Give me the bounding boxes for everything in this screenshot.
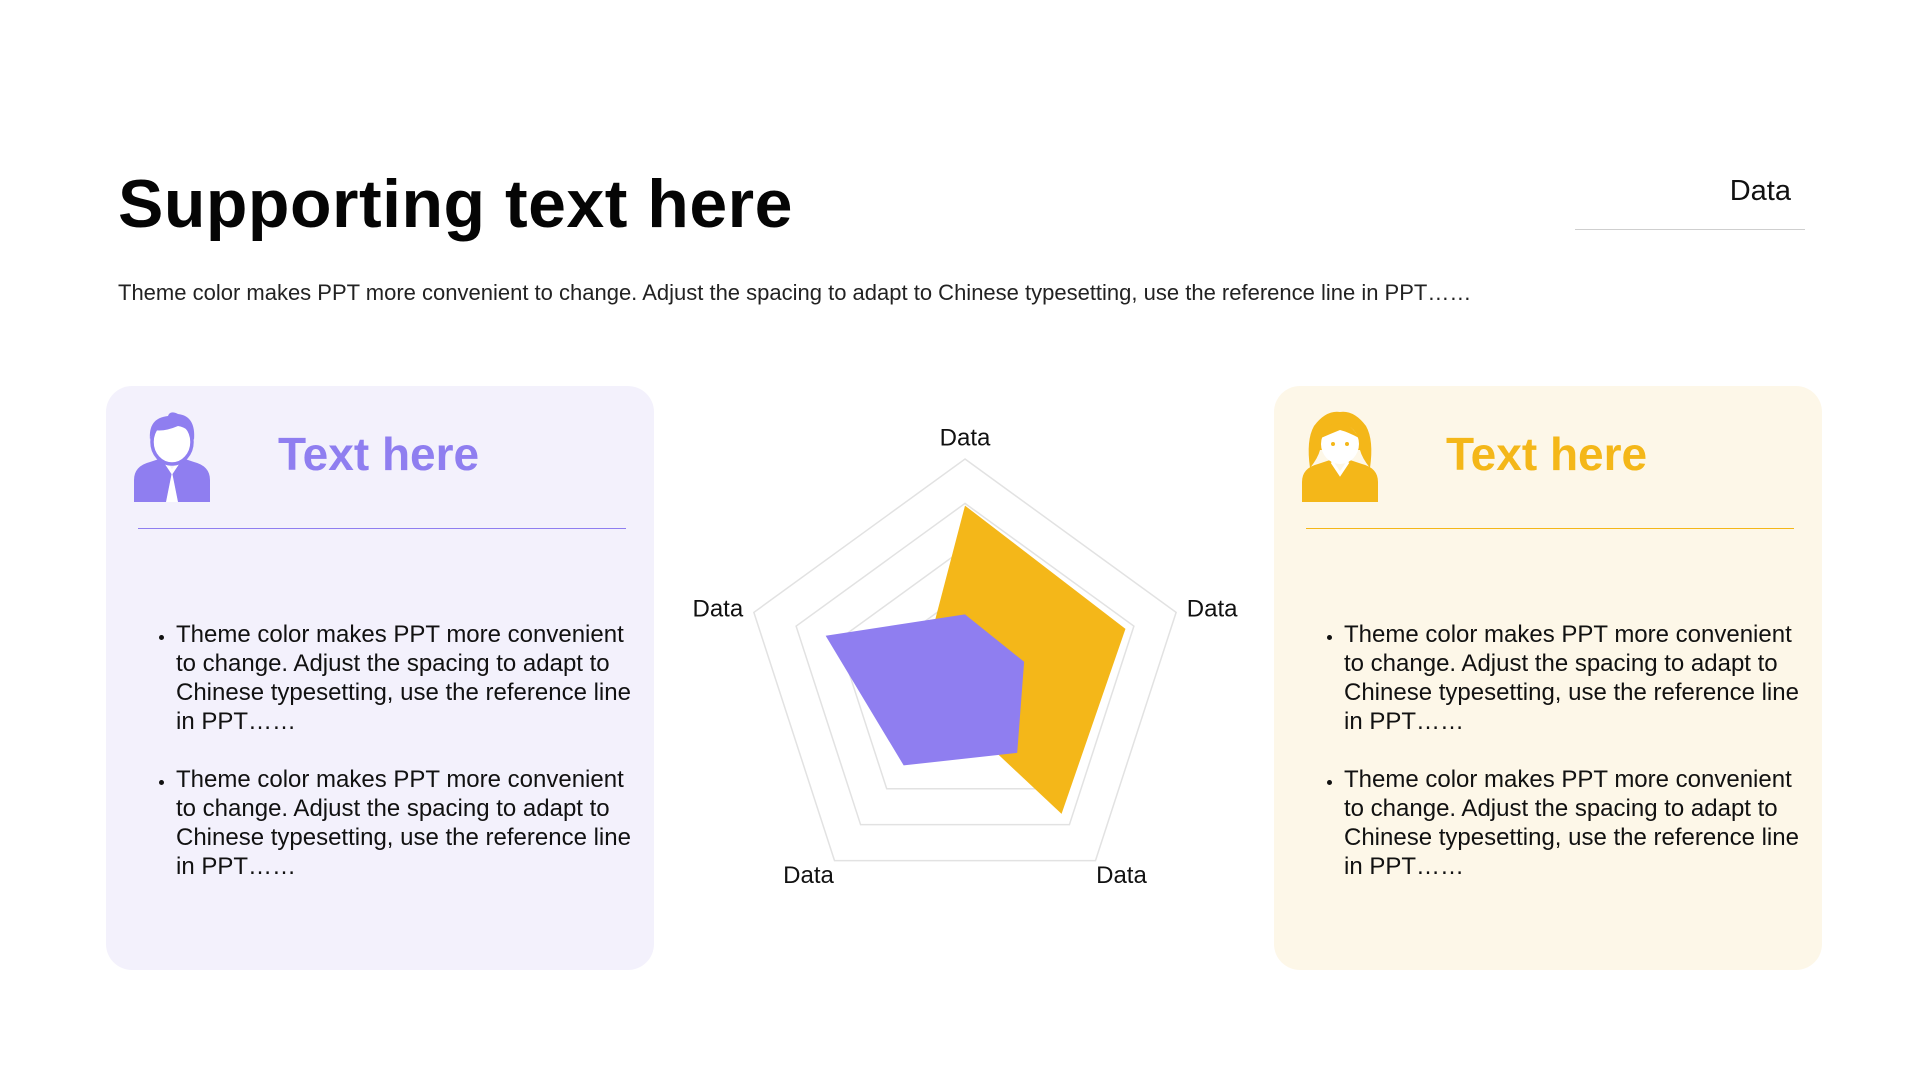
right-card-bullets: Theme color makes PPT more convenient to… xyxy=(1302,620,1802,910)
right-card-title: Text here xyxy=(1446,428,1648,480)
top-right-data-label: Data xyxy=(1575,175,1805,230)
top-right-data-text: Data xyxy=(1729,175,1791,207)
list-item: Theme color makes PPT more convenient to… xyxy=(1344,620,1802,736)
page-title: Supporting text here xyxy=(118,166,793,242)
radar-axis-label: Data xyxy=(783,862,834,889)
radar-axis-label: Data xyxy=(1096,862,1147,889)
right-card: Text here Theme color makes PPT more con… xyxy=(1274,386,1822,970)
left-card-title: Text here xyxy=(278,428,480,480)
radar-axis-label: Data xyxy=(693,596,744,623)
radar-axis-label: Data xyxy=(940,424,991,451)
list-item: Theme color makes PPT more convenient to… xyxy=(1344,765,1802,881)
left-card-bullets: Theme color makes PPT more convenient to… xyxy=(134,620,634,910)
page-subtitle: Theme color makes PPT more convenient to… xyxy=(118,280,1472,305)
list-item: Theme color makes PPT more convenient to… xyxy=(176,765,634,881)
male-user-icon xyxy=(134,412,210,502)
list-item: Theme color makes PPT more convenient to… xyxy=(176,620,634,736)
radar-chart: Data Data Data Data Data xyxy=(693,424,1239,889)
female-user-icon xyxy=(1302,411,1378,502)
radar-axis-label: Data xyxy=(1187,596,1238,623)
left-card: Text here Theme color makes PPT more con… xyxy=(106,386,654,970)
left-card-divider xyxy=(138,528,626,529)
right-card-divider xyxy=(1306,528,1794,529)
